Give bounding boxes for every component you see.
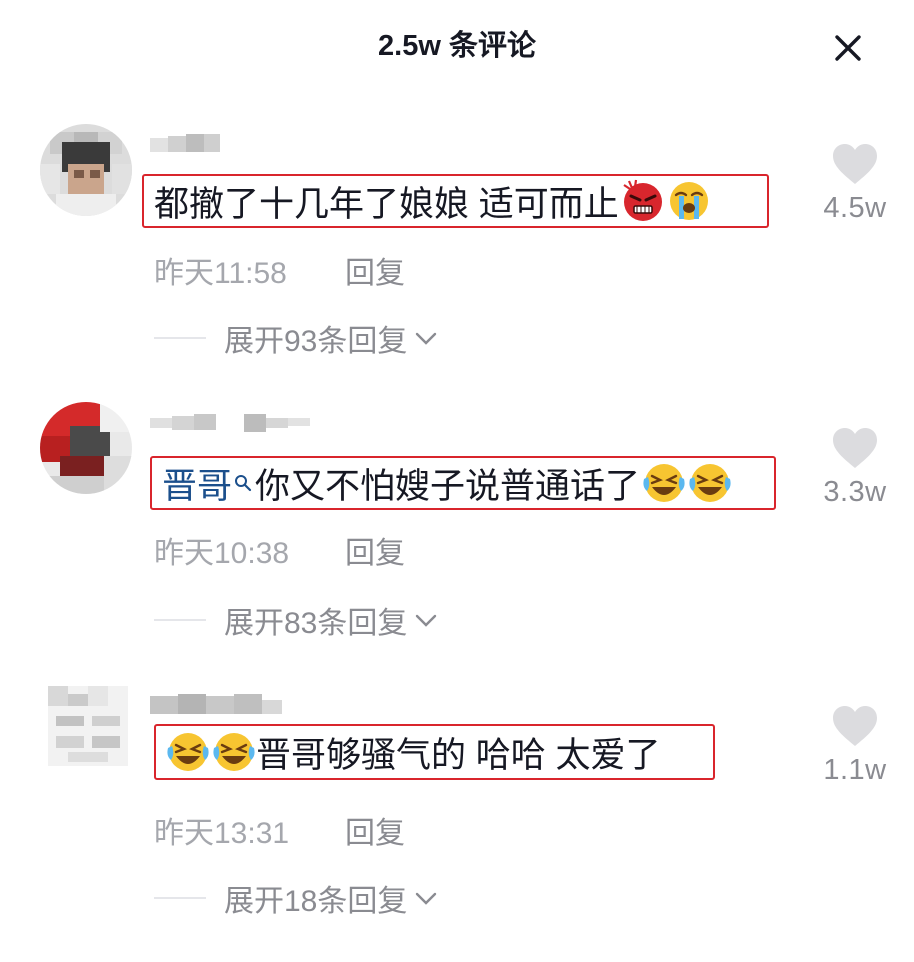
- heart-icon: [833, 428, 877, 468]
- comment-text: 晋哥够骚气的 哈哈 太爱了: [256, 735, 661, 775]
- reply-button[interactable]: 回复: [345, 528, 405, 572]
- comment-text: 都撤了十几年了娘娘 适可而止: [154, 184, 619, 224]
- avatar[interactable]: [48, 686, 128, 766]
- laugh-cry-emoji-icon: [213, 733, 255, 771]
- mention-link[interactable]: 晋哥: [162, 458, 232, 509]
- laugh-cry-emoji-icon: [689, 464, 731, 502]
- search-icon[interactable]: [233, 473, 253, 493]
- expand-replies-button[interactable]: 展开83条回复: [154, 598, 439, 642]
- avatar[interactable]: [40, 124, 132, 216]
- chevron-down-icon: [416, 892, 437, 905]
- divider-line: [154, 337, 206, 339]
- crying-emoji-icon: [669, 182, 708, 220]
- heart-icon: [833, 144, 877, 184]
- like-button[interactable]: 4.5w: [820, 142, 890, 225]
- comment-time: 昨天13:31: [154, 817, 290, 850]
- username-blurred[interactable]: [150, 688, 300, 714]
- reply-button[interactable]: 回复: [345, 808, 405, 852]
- comment-text: 你又不怕嫂子说普通话了: [255, 466, 641, 506]
- comment-time: 昨天10:38: [154, 537, 290, 570]
- reply-button[interactable]: 回复: [345, 248, 405, 292]
- laugh-cry-emoji-icon: [643, 464, 685, 502]
- like-button[interactable]: 3.3w: [820, 426, 890, 509]
- laugh-cry-emoji-icon: [167, 733, 209, 771]
- heart-icon: [833, 706, 877, 746]
- comment-text-highlighted: 晋哥够骚气的 哈哈 太爱了: [154, 724, 715, 780]
- divider-line: [154, 619, 206, 621]
- chevron-down-icon: [416, 614, 437, 627]
- like-count: 3.3w: [823, 476, 887, 508]
- close-icon: [835, 35, 861, 61]
- username-blurred[interactable]: [150, 408, 320, 434]
- expand-replies-label: 展开83条回复: [224, 607, 408, 640]
- avatar[interactable]: [40, 402, 132, 494]
- expand-replies-label: 展开93条回复: [224, 325, 408, 358]
- comment-item: 晋哥够骚气的 哈哈 太爱了 昨天13:31 回复 展开18条回复 1.1w: [0, 682, 914, 962]
- comment-item: 都撤了十几年了娘娘 适可而止 昨天11:58 回复 展开93条回复 4.5w: [0, 124, 914, 404]
- comment-count-title: 2.5w 条评论: [378, 30, 536, 62]
- expand-replies-label: 展开18条回复: [224, 885, 408, 918]
- comment-item: 晋哥 你又不怕嫂子说普通话了 昨天10:38 回复 展开83条回复 3.3w: [0, 402, 914, 682]
- comment-time: 昨天11:58: [154, 257, 287, 290]
- like-count: 1.1w: [823, 754, 887, 786]
- comment-text-highlighted: 都撤了十几年了娘娘 适可而止: [142, 174, 769, 228]
- chevron-down-icon: [416, 332, 437, 345]
- like-button[interactable]: 1.1w: [820, 704, 890, 787]
- username-blurred[interactable]: [150, 130, 300, 156]
- expand-replies-button[interactable]: 展开93条回复: [154, 316, 439, 360]
- like-count: 4.5w: [823, 192, 887, 224]
- comment-text-highlighted: 晋哥 你又不怕嫂子说普通话了: [150, 456, 776, 510]
- comments-header: 2.5w 条评论: [0, 0, 914, 82]
- close-button[interactable]: [828, 28, 868, 68]
- expand-replies-button[interactable]: 展开18条回复: [154, 876, 439, 920]
- angry-emoji-icon: [623, 179, 662, 221]
- divider-line: [154, 897, 206, 899]
